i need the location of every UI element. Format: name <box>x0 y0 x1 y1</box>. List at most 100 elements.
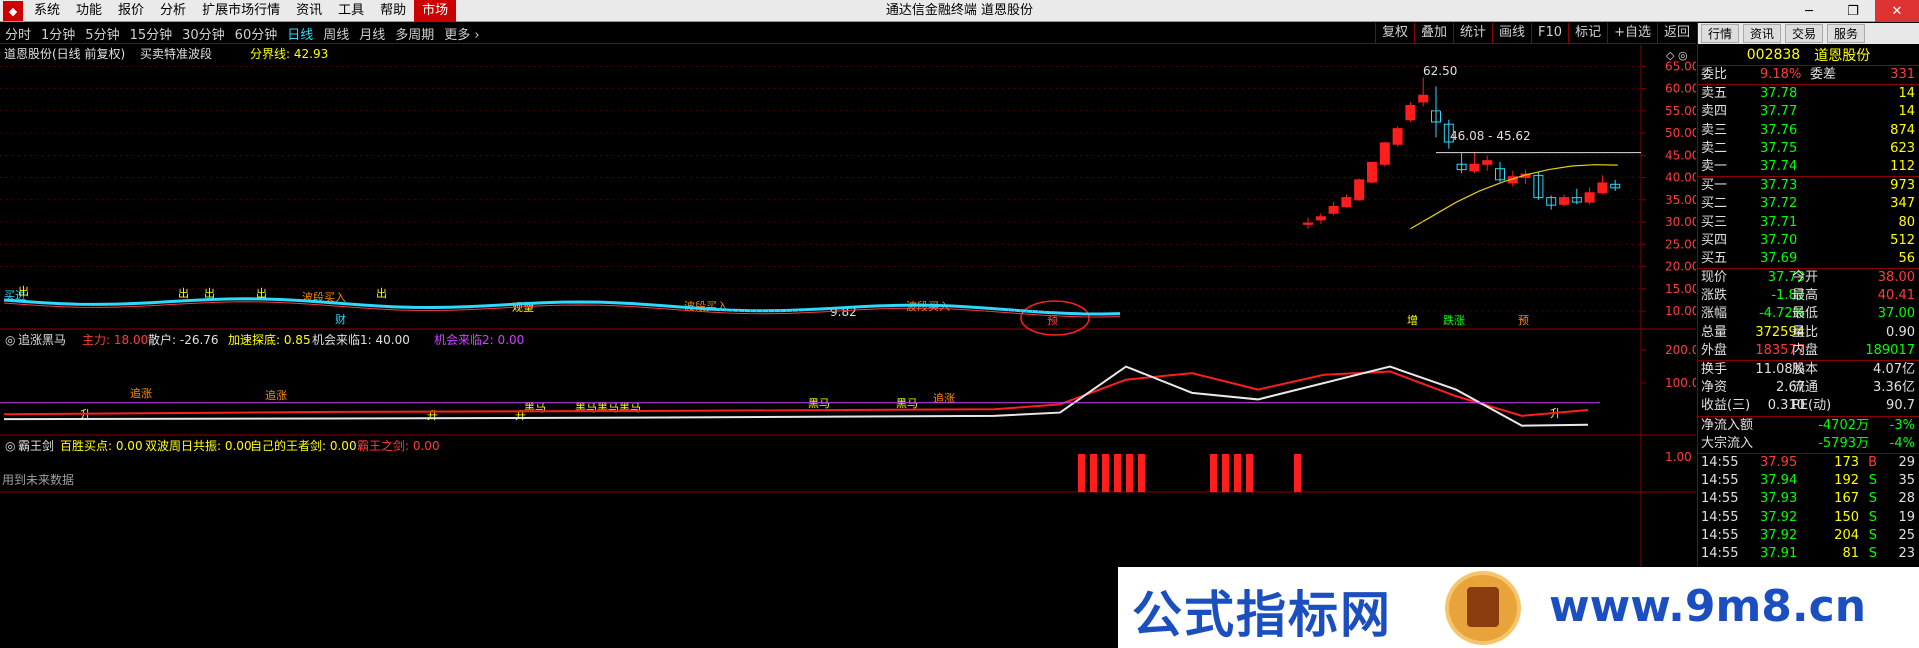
candle-body <box>1559 197 1569 205</box>
buy-row: 买三 37.71 80 <box>1698 214 1919 232</box>
tick-side: S <box>1868 473 1877 489</box>
stat-l2: 今开 <box>1792 270 1819 286</box>
signal-label: 出 <box>376 286 387 300</box>
y-tick-label: 100.00 <box>1665 376 1696 390</box>
sell-price: 37.74 <box>1760 158 1798 174</box>
menu-help[interactable]: 帮助 <box>372 0 414 22</box>
tick-vol: 192 <box>1834 473 1859 489</box>
main-indicator-name: 买卖特准波段 <box>140 46 212 61</box>
sub2-legend-2: 双波周日共振: 0.00 <box>145 439 252 453</box>
buy-volume: 347 <box>1890 196 1915 212</box>
maximize-icon[interactable]: ❐ <box>1831 0 1875 22</box>
y-tick-label: 20.00 <box>1665 260 1696 274</box>
menu-analysis[interactable]: 分析 <box>152 0 194 22</box>
y-tick-label: 25.00 <box>1665 237 1696 251</box>
tool-adjust[interactable]: 复权 <box>1374 23 1414 43</box>
tab-quote[interactable]: 行情 <box>1701 24 1740 43</box>
menu-tools[interactable]: 工具 <box>330 0 372 22</box>
period-monthly[interactable]: 月线 <box>354 24 390 43</box>
stat-v2: 38.00 <box>1877 270 1915 286</box>
period-60min[interactable]: 60分钟 <box>230 24 283 43</box>
tool-f10[interactable]: F10 <box>1531 23 1568 43</box>
panel-toggle-icon[interactable]: ◎ <box>5 439 15 453</box>
tab-service[interactable]: 服务 <box>1827 24 1866 43</box>
candle-body <box>1469 163 1480 172</box>
tick-n: 23 <box>1898 545 1915 561</box>
stat2-l2: 流通 <box>1792 380 1819 396</box>
minimize-icon[interactable]: ─ <box>1787 0 1831 22</box>
period-intraday[interactable]: 分时 <box>0 24 36 43</box>
buy-row: 买二 37.72 347 <box>1698 195 1919 213</box>
candle-body <box>1392 128 1403 145</box>
tool-mark[interactable]: 标记 <box>1568 23 1607 43</box>
tool-add-watch[interactable]: +自选 <box>1607 23 1657 43</box>
period-5min[interactable]: 5分钟 <box>80 24 124 43</box>
sell-label: 卖二 <box>1701 140 1728 156</box>
period-30min[interactable]: 30分钟 <box>177 24 230 43</box>
candle-body <box>1482 160 1493 165</box>
menu-quote[interactable]: 报价 <box>110 0 152 22</box>
watermark-banner: 公式指标网 www.9m8.cn <box>1118 567 1919 648</box>
tick-side: S <box>1868 545 1877 561</box>
tick-side: B <box>1868 454 1877 470</box>
stat-l2: 最低 <box>1792 306 1819 322</box>
y-tick-label: 15.00 <box>1665 282 1696 296</box>
sub1-title: 追涨黑马 <box>18 332 66 347</box>
menu-news[interactable]: 资讯 <box>288 0 330 22</box>
sell-row: 卖五 37.78 14 <box>1698 85 1919 103</box>
tool-back[interactable]: 返回 <box>1656 23 1696 43</box>
signal-label: 出 <box>178 286 189 300</box>
sub1-legend-chance2: 机会来临2: 0.00 <box>434 333 524 347</box>
sub2-legend-4: 霸王之剑: 0.00 <box>357 438 440 453</box>
close-icon[interactable]: ✕ <box>1875 0 1919 22</box>
stats-table: 现价 37.73 今开 38.00 涨跌 -1.87 最高 40.41 涨幅 -4.72% 最低 37… <box>1698 268 1919 360</box>
sell-price: 37.75 <box>1760 140 1798 156</box>
tool-draw[interactable]: 画线 <box>1492 23 1531 43</box>
stat2-row: 净资 2.67 流通 3.36亿 <box>1698 379 1919 397</box>
tick-n: 29 <box>1898 454 1915 470</box>
sell-label: 卖四 <box>1701 104 1728 120</box>
sell-book: 卖五 37.78 14 卖四 37.77 14 卖三 37.76 874 卖二 37.75 623 卖一… <box>1698 84 1919 176</box>
stat2-row: 收益(三) 0.310 PE(动) 90.7 <box>1698 397 1919 415</box>
menu-function[interactable]: 功能 <box>68 0 110 22</box>
menu-market[interactable]: 市场 <box>414 0 457 22</box>
weibi-row: 委比 9.18% 委差 331 <box>1698 66 1919 84</box>
sell-label: 卖一 <box>1701 158 1728 174</box>
period-15min[interactable]: 15分钟 <box>125 24 178 43</box>
period-more[interactable]: 更多 › <box>439 24 484 43</box>
sell-volume: 623 <box>1890 140 1915 156</box>
chart-area[interactable]: 道恩股份(日线 前复权) 买卖特准波段 分界线: 42.93 ◎ 追涨黑马 主力… <box>0 45 1696 648</box>
divider-label: 分界线: 42.93 <box>250 47 328 61</box>
signal-bar <box>1126 454 1133 492</box>
candle-body <box>1418 94 1429 103</box>
tool-stats[interactable]: 统计 <box>1453 23 1492 43</box>
stat-row: 总量 372594 量比 0.90 <box>1698 324 1919 342</box>
panel-toggle-icon[interactable]: ◎ <box>5 333 15 347</box>
title-bar: ◆ 系统 功能 报价 分析 扩展市场行情 资讯 工具 帮助 市场 通达信金融终端… <box>0 0 1919 22</box>
period-multi[interactable]: 多周期 <box>390 24 439 43</box>
tab-trade[interactable]: 交易 <box>1785 24 1824 43</box>
tick-n: 19 <box>1898 509 1915 525</box>
period-weekly[interactable]: 周线 <box>318 24 354 43</box>
buy-price: 37.69 <box>1760 250 1798 266</box>
stat-l2: 最高 <box>1792 288 1819 304</box>
period-1min[interactable]: 1分钟 <box>36 24 80 43</box>
signal-label: 追涨 <box>130 386 152 400</box>
signal-bar <box>1102 454 1109 492</box>
menu-system[interactable]: 系统 <box>26 0 68 22</box>
signal-label: 黑马 <box>896 397 918 410</box>
signal-label: 预 <box>1518 314 1529 327</box>
sell-label: 卖三 <box>1701 122 1728 138</box>
tool-overlay[interactable]: 叠加 <box>1413 23 1453 43</box>
sell-volume: 112 <box>1890 158 1915 174</box>
buy-volume: 973 <box>1890 178 1915 194</box>
tick-price: 37.95 <box>1760 454 1798 470</box>
tick-row: 14:55 37.91 81 S 23 <box>1698 545 1919 563</box>
signal-bar <box>1210 454 1217 492</box>
period-daily[interactable]: 日线 <box>282 24 318 43</box>
tab-news[interactable]: 资讯 <box>1743 24 1782 43</box>
main-chart-title: 道恩股份(日线 前复权) <box>4 46 125 61</box>
candle-body <box>1328 206 1339 214</box>
candle-body <box>1379 142 1390 165</box>
menu-ext-market[interactable]: 扩展市场行情 <box>194 0 288 22</box>
